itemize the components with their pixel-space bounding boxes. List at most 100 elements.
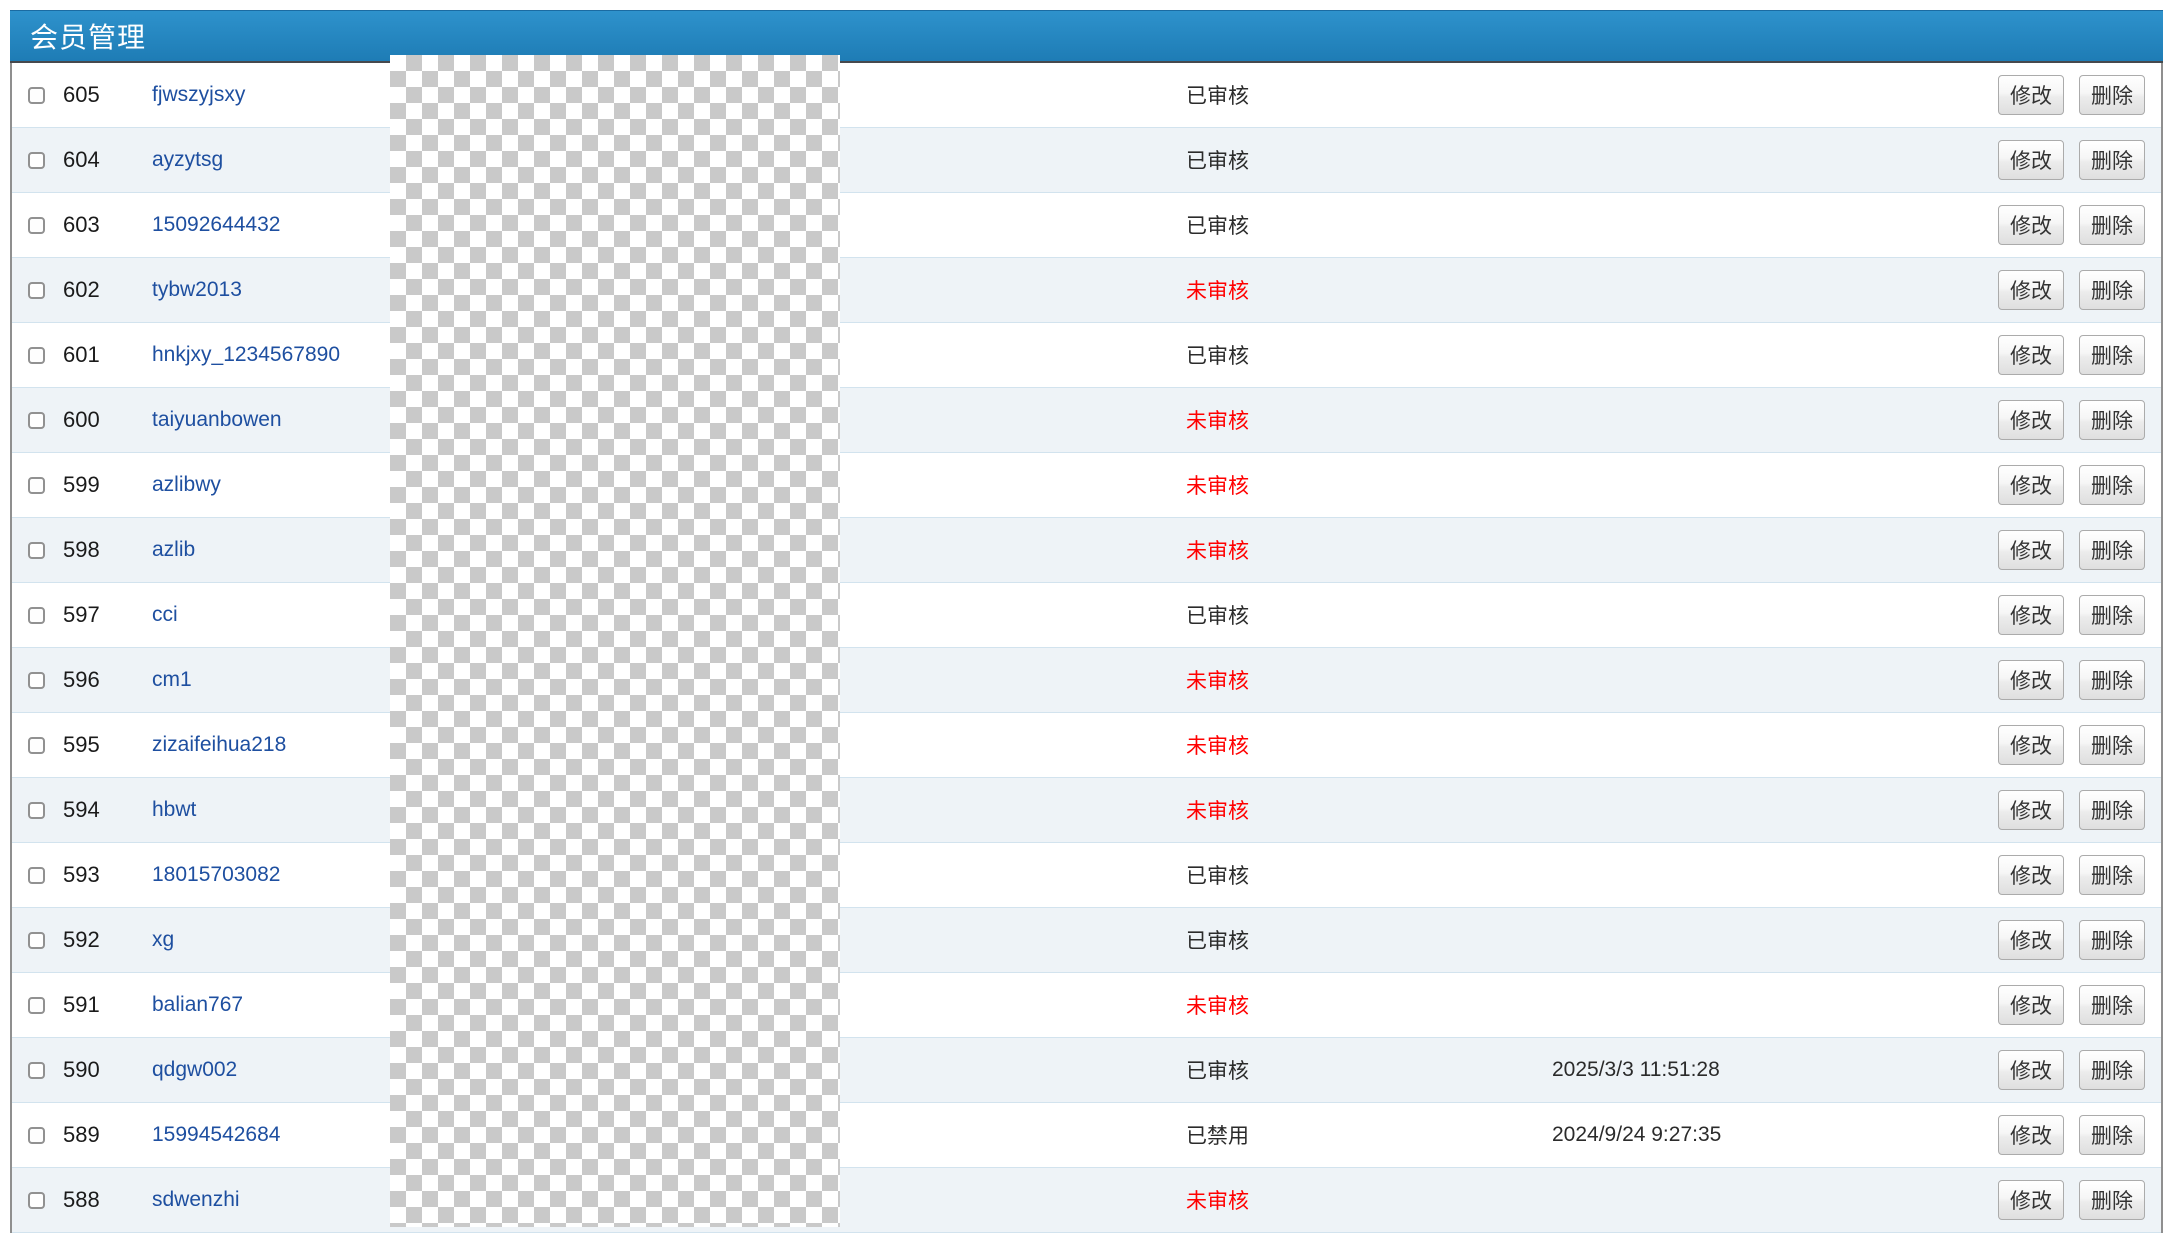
status-text: 已审核	[1186, 85, 1249, 108]
status-text: 已审核	[1186, 930, 1249, 953]
actions-cell: 修改 删除	[1997, 140, 2161, 180]
delete-button[interactable]: 删除	[2079, 530, 2145, 570]
delete-button[interactable]: 删除	[2079, 465, 2145, 505]
row-checkbox[interactable]	[28, 346, 45, 364]
delete-button[interactable]: 删除	[2079, 660, 2145, 700]
edit-button[interactable]: 修改	[1998, 595, 2064, 635]
table-row: 591 balian767 未审核 修改 删除	[12, 973, 2161, 1038]
edit-button[interactable]: 修改	[1998, 660, 2064, 700]
edit-button[interactable]: 修改	[1998, 790, 2064, 830]
row-checkbox[interactable]	[28, 476, 45, 494]
edit-button[interactable]: 修改	[1998, 1050, 2064, 1090]
username-link[interactable]: fjwszyjsxy	[152, 83, 245, 107]
row-checkbox[interactable]	[28, 1126, 45, 1144]
edit-button[interactable]: 修改	[1998, 75, 2064, 115]
status-text: 已审核	[1186, 1060, 1249, 1083]
delete-button[interactable]: 删除	[2079, 920, 2145, 960]
actions-cell: 修改 删除	[1997, 400, 2161, 440]
status-text: 未审核	[1186, 475, 1249, 498]
table-row: 595 zizaifeihua218 未审核 修改 删除	[12, 713, 2161, 778]
table-row: 589 15994542684 已禁用 2024/9/24 9:27:35 修改…	[12, 1103, 2161, 1168]
member-id: 600	[63, 407, 100, 432]
username-link[interactable]: qdgw002	[152, 1058, 237, 1082]
username-link[interactable]: tybw2013	[152, 278, 242, 302]
member-id: 593	[63, 862, 100, 887]
delete-button[interactable]: 删除	[2079, 205, 2145, 245]
status-text: 未审核	[1186, 540, 1249, 563]
delete-button[interactable]: 删除	[2079, 790, 2145, 830]
delete-button[interactable]: 删除	[2079, 140, 2145, 180]
username-link[interactable]: xg	[152, 928, 174, 952]
username-link[interactable]: zizaifeihua218	[152, 733, 286, 757]
edit-button[interactable]: 修改	[1998, 465, 2064, 505]
username-link[interactable]: 15994542684	[152, 1123, 280, 1147]
actions-cell: 修改 删除	[1997, 205, 2161, 245]
member-id: 598	[63, 537, 100, 562]
member-id: 603	[63, 212, 100, 237]
row-checkbox[interactable]	[28, 996, 45, 1014]
row-checkbox[interactable]	[28, 216, 45, 234]
delete-button[interactable]: 删除	[2079, 1180, 2145, 1220]
row-checkbox[interactable]	[28, 1061, 45, 1079]
actions-cell: 修改 删除	[1997, 335, 2161, 375]
edit-button[interactable]: 修改	[1998, 140, 2064, 180]
edit-button[interactable]: 修改	[1998, 725, 2064, 765]
table-row: 604 ayzytsg 已审核 修改 删除	[12, 128, 2161, 193]
member-id: 591	[63, 992, 100, 1017]
member-id: 589	[63, 1122, 100, 1147]
username-link[interactable]: ayzytsg	[152, 148, 223, 172]
member-id: 588	[63, 1187, 100, 1212]
delete-button[interactable]: 删除	[2079, 335, 2145, 375]
checkbox-cell	[12, 216, 63, 234]
row-checkbox[interactable]	[28, 606, 45, 624]
table-row: 592 xg 已审核 修改 删除	[12, 908, 2161, 973]
username-link[interactable]: balian767	[152, 993, 243, 1017]
row-checkbox[interactable]	[28, 736, 45, 754]
edit-button[interactable]: 修改	[1998, 530, 2064, 570]
table-row: 593 18015703082 已审核 修改 删除	[12, 843, 2161, 908]
row-checkbox[interactable]	[28, 281, 45, 299]
status-text: 已禁用	[1186, 1125, 1249, 1148]
row-checkbox[interactable]	[28, 1191, 45, 1209]
username-link[interactable]: cci	[152, 603, 178, 627]
delete-button[interactable]: 删除	[2079, 725, 2145, 765]
username-link[interactable]: sdwenzhi	[152, 1188, 240, 1212]
username-link[interactable]: taiyuanbowen	[152, 408, 282, 432]
edit-button[interactable]: 修改	[1998, 985, 2064, 1025]
edit-button[interactable]: 修改	[1998, 400, 2064, 440]
edit-button[interactable]: 修改	[1998, 335, 2064, 375]
username-link[interactable]: hbwt	[152, 798, 196, 822]
row-checkbox[interactable]	[28, 411, 45, 429]
username-link[interactable]: azlib	[152, 538, 195, 562]
delete-button[interactable]: 删除	[2079, 855, 2145, 895]
username-link[interactable]: hnkjxy_1234567890	[152, 343, 340, 367]
delete-button[interactable]: 删除	[2079, 400, 2145, 440]
delete-button[interactable]: 删除	[2079, 1115, 2145, 1155]
delete-button[interactable]: 删除	[2079, 270, 2145, 310]
actions-cell: 修改 删除	[1997, 920, 2161, 960]
row-checkbox[interactable]	[28, 801, 45, 819]
member-table: 605 fjwszyjsxy 已审核 修改 删除 604 ayzytsg 已审核…	[10, 63, 2163, 1233]
edit-button[interactable]: 修改	[1998, 855, 2064, 895]
edit-button[interactable]: 修改	[1998, 1115, 2064, 1155]
row-checkbox[interactable]	[28, 931, 45, 949]
username-link[interactable]: 15092644432	[152, 213, 280, 237]
username-link[interactable]: cm1	[152, 668, 192, 692]
row-checkbox[interactable]	[28, 151, 45, 169]
edit-button[interactable]: 修改	[1998, 205, 2064, 245]
row-checkbox[interactable]	[28, 671, 45, 689]
edit-button[interactable]: 修改	[1998, 270, 2064, 310]
delete-button[interactable]: 删除	[2079, 75, 2145, 115]
delete-button[interactable]: 删除	[2079, 595, 2145, 635]
delete-button[interactable]: 删除	[2079, 1050, 2145, 1090]
checkbox-cell	[12, 281, 63, 299]
username-link[interactable]: 18015703082	[152, 863, 280, 887]
edit-button[interactable]: 修改	[1998, 1180, 2064, 1220]
row-checkbox[interactable]	[28, 86, 45, 104]
edit-button[interactable]: 修改	[1998, 920, 2064, 960]
username-link[interactable]: azlibwy	[152, 473, 221, 497]
delete-button[interactable]: 删除	[2079, 985, 2145, 1025]
row-checkbox[interactable]	[28, 541, 45, 559]
row-checkbox[interactable]	[28, 866, 45, 884]
table-row: 594 hbwt 未审核 修改 删除	[12, 778, 2161, 843]
